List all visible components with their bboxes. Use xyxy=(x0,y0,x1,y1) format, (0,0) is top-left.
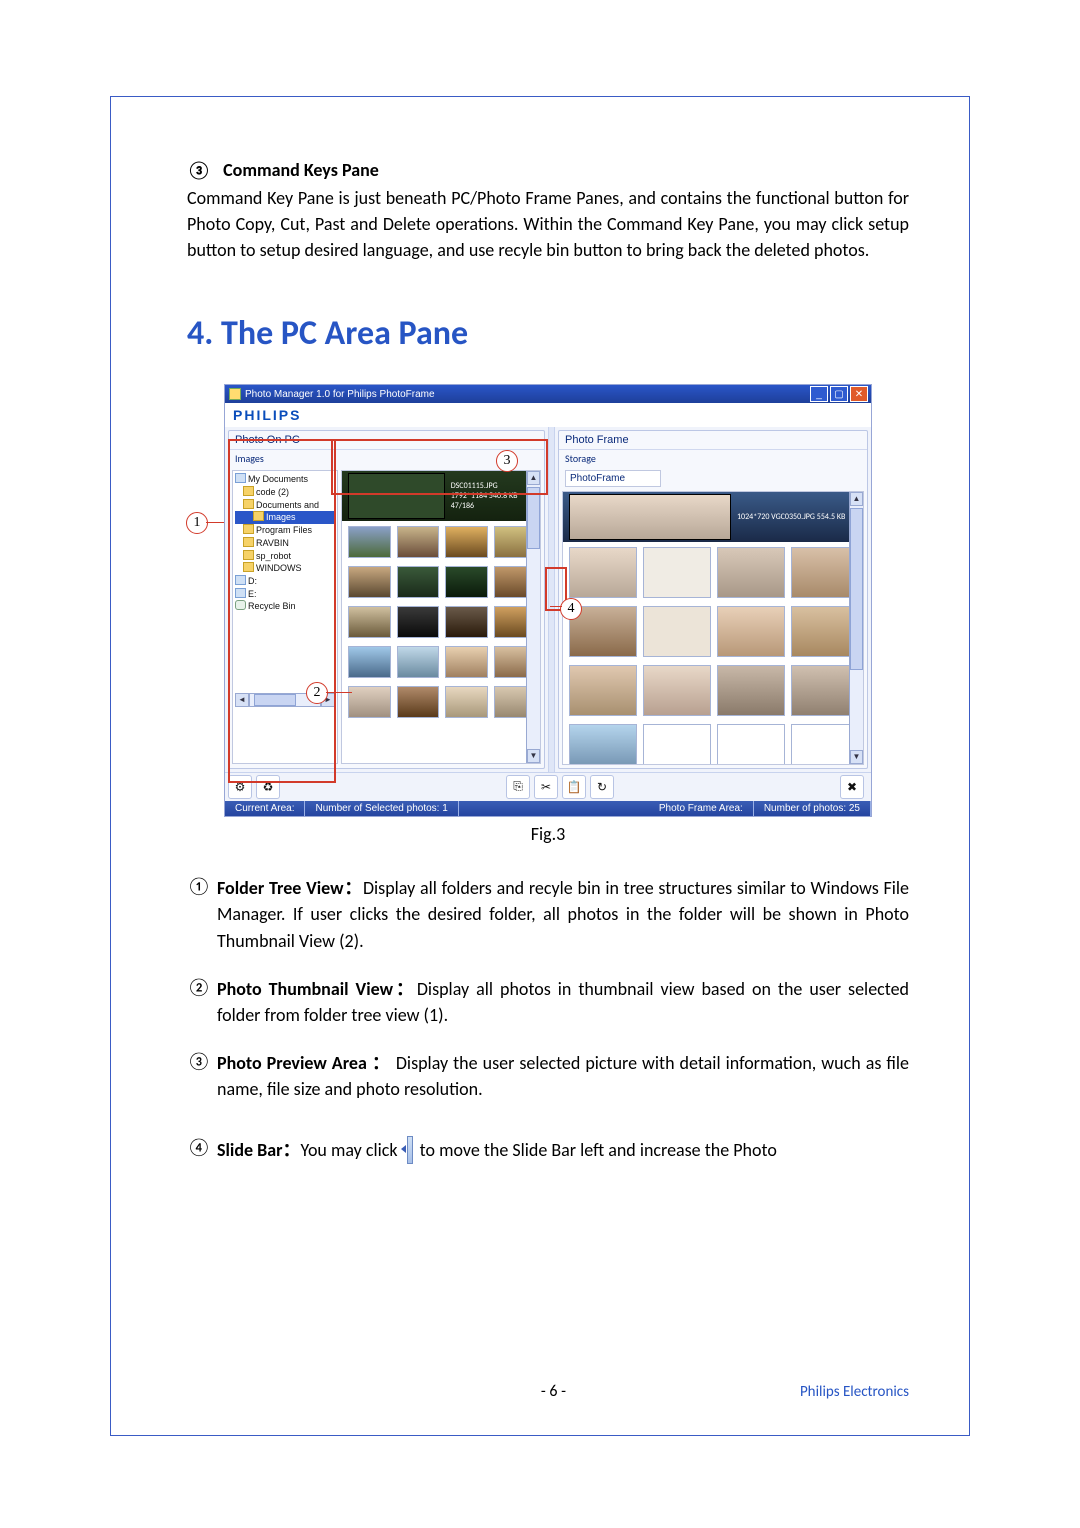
app-icon xyxy=(229,388,241,400)
pc-thumbs-scrollbar[interactable]: ▲ ▼ xyxy=(526,471,540,763)
status-frame-area: Photo Frame Area: xyxy=(649,801,754,816)
thumbnail[interactable] xyxy=(445,686,488,718)
status-current-area: Current Area: xyxy=(225,801,305,816)
thumbnail[interactable] xyxy=(397,526,440,558)
window-close-button[interactable]: ✕ xyxy=(850,386,868,402)
thumbnail[interactable] xyxy=(445,566,488,598)
thumbnail[interactable] xyxy=(643,547,711,598)
rotate-icon: ↻ xyxy=(597,780,607,795)
thumbnail[interactable] xyxy=(445,526,488,558)
photo-thumbnail-view-pc[interactable]: DSC01115.JPG 1792*1184 540.8 KB 47/186 xyxy=(341,470,541,764)
thumbnail[interactable] xyxy=(397,606,440,638)
window-maximize-button[interactable]: ▢ xyxy=(830,386,848,402)
brand-logo: PHILIPS xyxy=(225,403,871,427)
footer-brand: Philips Electronics xyxy=(800,1383,909,1401)
item-2-text: Photo Thumbnail View：Display all photos … xyxy=(217,976,909,1028)
device-tile[interactable]: PhotoFrame xyxy=(565,470,661,487)
thumbnail[interactable] xyxy=(445,606,488,638)
item-4-num: ④ xyxy=(187,1136,217,1163)
item-4-text: Slide Bar：You may click to move the Slid… xyxy=(217,1136,909,1163)
cut-button[interactable]: ✂ xyxy=(534,775,558,799)
thumbnail[interactable] xyxy=(717,547,785,598)
frame-pane-sub: Storage xyxy=(559,450,867,467)
thumbnail[interactable] xyxy=(348,646,391,678)
preview-info-frame: 1024*720 VGC0350.JPG 554.5 KB xyxy=(737,512,845,522)
thumbnail[interactable] xyxy=(397,566,440,598)
thumbnail[interactable] xyxy=(348,686,391,718)
thumbnail[interactable] xyxy=(717,606,785,657)
thumbnail[interactable] xyxy=(643,724,711,765)
thumbnail[interactable] xyxy=(569,547,637,598)
window-minimize-button[interactable]: _ xyxy=(810,386,828,402)
section-3: ③ Command Keys Pane Command Key Pane is … xyxy=(187,157,909,263)
callout-1-box xyxy=(228,439,336,783)
item-2-num: ② xyxy=(187,976,217,1028)
item-1-text: Folder Tree View：Display all folders and… xyxy=(217,875,909,953)
photo-preview-area-frame: 1024*720 VGC0350.JPG 554.5 KB xyxy=(563,492,863,542)
thumbnail[interactable] xyxy=(348,526,391,558)
status-selected-count: Number of Selected photos: 1 xyxy=(305,801,458,816)
paste-button[interactable]: 📋 xyxy=(562,775,586,799)
status-bar: Current Area: Number of Selected photos:… xyxy=(225,801,871,816)
section-3-title: Command Keys Pane xyxy=(223,159,379,181)
paste-icon: 📋 xyxy=(567,780,582,795)
thumbnail[interactable] xyxy=(445,646,488,678)
heading-pc-area-pane: 4. The PC Area Pane xyxy=(187,313,909,354)
thumbnail[interactable] xyxy=(397,686,440,718)
status-frame-count: Number of photos: 25 xyxy=(754,801,871,816)
slide-bar-icon xyxy=(402,1136,416,1162)
item-3-text: Photo Preview Area ： Display the user se… xyxy=(217,1050,909,1102)
frame-pane-head: Photo Frame xyxy=(559,431,867,450)
frame-thumbs-scrollbar[interactable]: ▲ ▼ xyxy=(849,492,863,764)
item-1-num: ① xyxy=(187,875,217,953)
window-title: Photo Manager 1.0 for Philips PhotoFrame xyxy=(245,389,435,400)
thumbnail[interactable] xyxy=(643,665,711,716)
thumbnail[interactable] xyxy=(717,724,785,765)
section-3-body: Command Key Pane is just beneath PC/Phot… xyxy=(187,185,909,263)
thumbnail[interactable] xyxy=(348,566,391,598)
copy-icon: ⎘ xyxy=(513,780,523,794)
thumbnail[interactable] xyxy=(348,606,391,638)
figure-3: 1 Photo Manager 1.0 for Philips PhotoFra… xyxy=(198,384,898,817)
thumbnail[interactable] xyxy=(569,665,637,716)
thumbnail[interactable] xyxy=(717,665,785,716)
page-number: - 6 - xyxy=(307,1382,800,1401)
rotate-button[interactable]: ↻ xyxy=(590,775,614,799)
delete-icon: ✖ xyxy=(847,780,857,795)
photo-thumbnail-view-frame[interactable]: 1024*720 VGC0350.JPG 554.5 KB xyxy=(562,491,864,765)
callout-1-number: 1 xyxy=(186,512,208,534)
photo-frame-pane: Photo Frame Storage PhotoFrame 1024*720 … xyxy=(558,430,868,769)
callout-2-line xyxy=(326,692,352,693)
callout-4-line xyxy=(550,606,562,607)
titlebar: Photo Manager 1.0 for Philips PhotoFrame… xyxy=(225,385,871,403)
thumbnail[interactable] xyxy=(397,646,440,678)
figure-caption: Fig.3 xyxy=(187,823,909,845)
section-3-num: ③ xyxy=(187,159,211,181)
thumbnail[interactable] xyxy=(569,724,637,765)
item-3-num: ③ xyxy=(187,1050,217,1102)
cut-icon: ✂ xyxy=(541,780,551,795)
delete-button[interactable]: ✖ xyxy=(840,775,864,799)
thumbnail[interactable] xyxy=(643,606,711,657)
copy-button[interactable]: ⎘ xyxy=(506,775,530,799)
